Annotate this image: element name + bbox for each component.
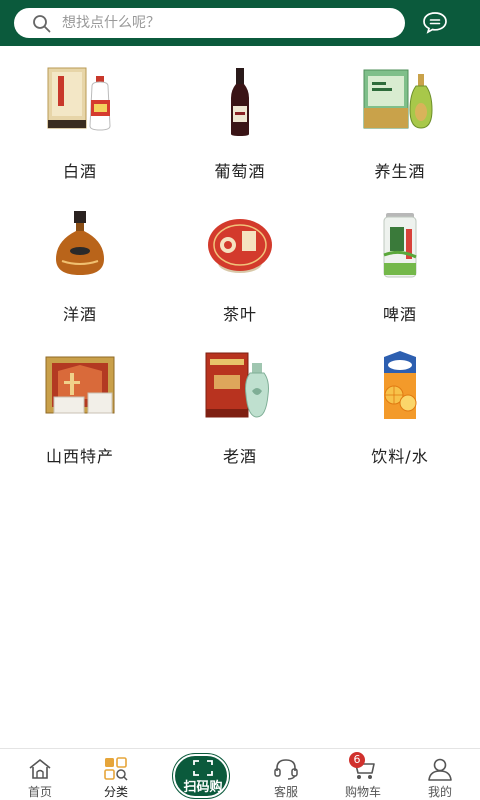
- headset-icon: [274, 759, 298, 780]
- scan-label: 扫码购: [183, 780, 223, 795]
- top-bar: [0, 0, 480, 46]
- category-label: 山西特产: [45, 447, 114, 466]
- tab-label: 分类: [103, 785, 128, 799]
- tab-mine[interactable]: 我的: [400, 749, 480, 800]
- user-icon: [428, 758, 452, 781]
- tab-label: 首页: [27, 785, 52, 799]
- juice-carton-image: [384, 351, 417, 419]
- beer-can-image: [383, 213, 417, 278]
- tab-label: 我的: [427, 785, 452, 799]
- category-beer[interactable]: 啤酒: [320, 189, 480, 331]
- message-button[interactable]: [420, 10, 450, 36]
- category-baijiu[interactable]: 白酒: [0, 46, 160, 188]
- category-shanxi-specialty[interactable]: 山西特产: [0, 331, 160, 473]
- category-label: 啤酒: [382, 305, 417, 324]
- tab-label: 客服: [273, 785, 298, 799]
- category-label: 饮料/水: [371, 447, 429, 466]
- tab-home[interactable]: 首页: [0, 749, 80, 800]
- search-input[interactable]: [62, 12, 382, 34]
- tab-service[interactable]: 客服: [246, 749, 326, 800]
- category-label: 葡萄酒: [214, 162, 266, 181]
- category-old-liquor[interactable]: 老酒: [160, 331, 320, 473]
- category-label: 洋酒: [62, 305, 97, 324]
- cart-count-badge: 6: [349, 752, 365, 768]
- category-label: 白酒: [62, 162, 97, 181]
- wine-bottle-image: [231, 68, 249, 136]
- bottom-tab-bar: 首页 分类 客服 购物车 我的: [0, 748, 480, 800]
- category-foreign-liquor[interactable]: 洋酒: [0, 189, 160, 331]
- category-grid-icon: [104, 757, 128, 781]
- chat-bubble-icon: [423, 12, 447, 34]
- old-liquor-image: [205, 352, 269, 418]
- baijiu-bottle-image: [47, 67, 111, 131]
- home-icon: [29, 759, 51, 779]
- category-label: 养生酒: [374, 162, 426, 181]
- category-drinks-water[interactable]: 饮料/水: [320, 331, 480, 473]
- tab-label: 购物车: [344, 785, 381, 799]
- health-wine-image: [363, 69, 433, 129]
- scan-icon: [193, 760, 213, 776]
- scan-to-buy-button[interactable]: 扫码购: [173, 754, 229, 798]
- category-label: 老酒: [222, 447, 257, 466]
- category-label: 茶叶: [222, 305, 257, 324]
- category-health-wine[interactable]: 养生酒: [320, 46, 480, 188]
- shanxi-specialty-image: [45, 356, 115, 414]
- tea-cake-image: [208, 219, 272, 273]
- search-box[interactable]: [14, 8, 405, 38]
- category-wine[interactable]: 葡萄酒: [160, 46, 320, 188]
- category-tea[interactable]: 茶叶: [160, 189, 320, 331]
- brandy-bottle-image: [56, 211, 104, 275]
- search-icon: [33, 15, 51, 33]
- tab-category[interactable]: 分类: [76, 749, 156, 800]
